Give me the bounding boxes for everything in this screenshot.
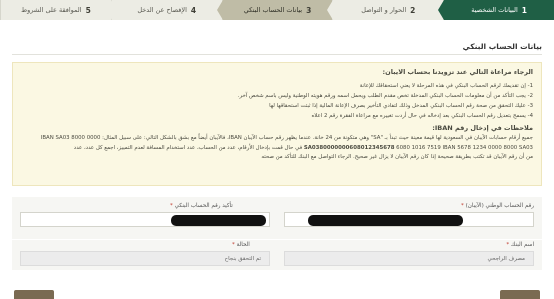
status-field: تم التحقق بنجاح [20,251,270,266]
bank-name-label: اسم البنك * [506,242,534,248]
iban-sample: SA0380000000608012345678 [303,144,395,151]
iban-notes-line: SA0380000000608012345678 6080 1016 7519 … [21,144,533,154]
chevron-left-icon [105,0,112,20]
required-mark: * [170,203,173,209]
required-mark: * [506,242,510,248]
iban-notes-title: ملاحظات في إدخال رقم IBAN: [432,124,533,132]
step-contact[interactable]: 2 الحوار و التواصل [327,0,444,20]
step-bank-account[interactable]: 3 بيانات الحساب البنكي [216,0,333,20]
notice-heading: الرجاء مراعاة التالي عند تزويدنا بحساب ا… [382,68,533,76]
chevron-left-icon [438,0,445,20]
step-label: الإفصاح عن الدخل [137,6,187,14]
notice-list: 1- إن تقديمك لرقم الحساب البنكي في هذه ا… [21,81,533,121]
chevron-left-icon [327,0,334,20]
iban-input[interactable] [284,212,534,227]
step-number: 1 [521,5,527,15]
step-label: البيانات الشخصية [471,6,518,14]
redaction-bar [308,215,463,226]
step-number: 2 [410,5,416,15]
divider [12,54,542,55]
required-mark: * [232,242,235,248]
step-number: 3 [306,5,312,15]
step-personal-info[interactable]: 1 البيانات الشخصية [438,0,554,20]
list-item: 4- يسمح بتعديل رقم الحساب البنكي بعد إدخ… [311,113,533,119]
step-number: 5 [85,5,91,15]
required-mark: * [461,203,464,209]
redaction-bar [171,215,266,226]
step-label: بيانات الحساب البنكي [243,6,303,14]
chevron-left-icon [216,0,223,20]
next-button[interactable] [500,290,540,299]
iban-label: رقم الحساب الوطني (الآيبان) * [461,203,534,209]
iban-confirm-input[interactable] [20,212,270,227]
step-label: الموافقة على الشروط [21,6,82,14]
iban-notes-line: جميع أرقام حسابات الآيبان في السعودية له… [40,135,533,141]
previous-button[interactable] [14,290,54,299]
step-label: الحوار و التواصل [361,6,407,14]
step-income-disclosure[interactable]: 4 الإفصاح عن الدخل [105,0,222,20]
list-item: 2- يجب التأكد من أن معلومات الحساب البنك… [237,93,533,99]
progress-steps: 1 البيانات الشخصية 2 الحوار و التواصل 3 … [0,0,554,20]
step-number: 4 [190,5,197,15]
bank-name-field: مصرف الراجحي [284,251,534,266]
list-item: 3- عليك التحقق من صحة رقم الحساب البنكي … [269,103,533,109]
iban-notes-line: من أن رقم الآيبان قد تكتب بطريقة صحيحة إ… [261,154,533,160]
list-item: 1- إن تقديمك لرقم الحساب البنكي في هذه ا… [359,83,533,89]
step-terms[interactable]: 5 الموافقة على الشروط [0,0,111,20]
iban-notes-text: 6080 1016 7519 IBAN 5678 1234 0000 8000 … [73,144,533,151]
page-title: بيانات الحساب البنكي [462,42,542,51]
iban-confirm-label: تأكيد رقم الحساب البنكي * [170,203,233,209]
status-label: الحالة * [232,242,250,248]
iban-notice: الرجاء مراعاة التالي عند تزويدنا بحساب ا… [12,62,542,186]
